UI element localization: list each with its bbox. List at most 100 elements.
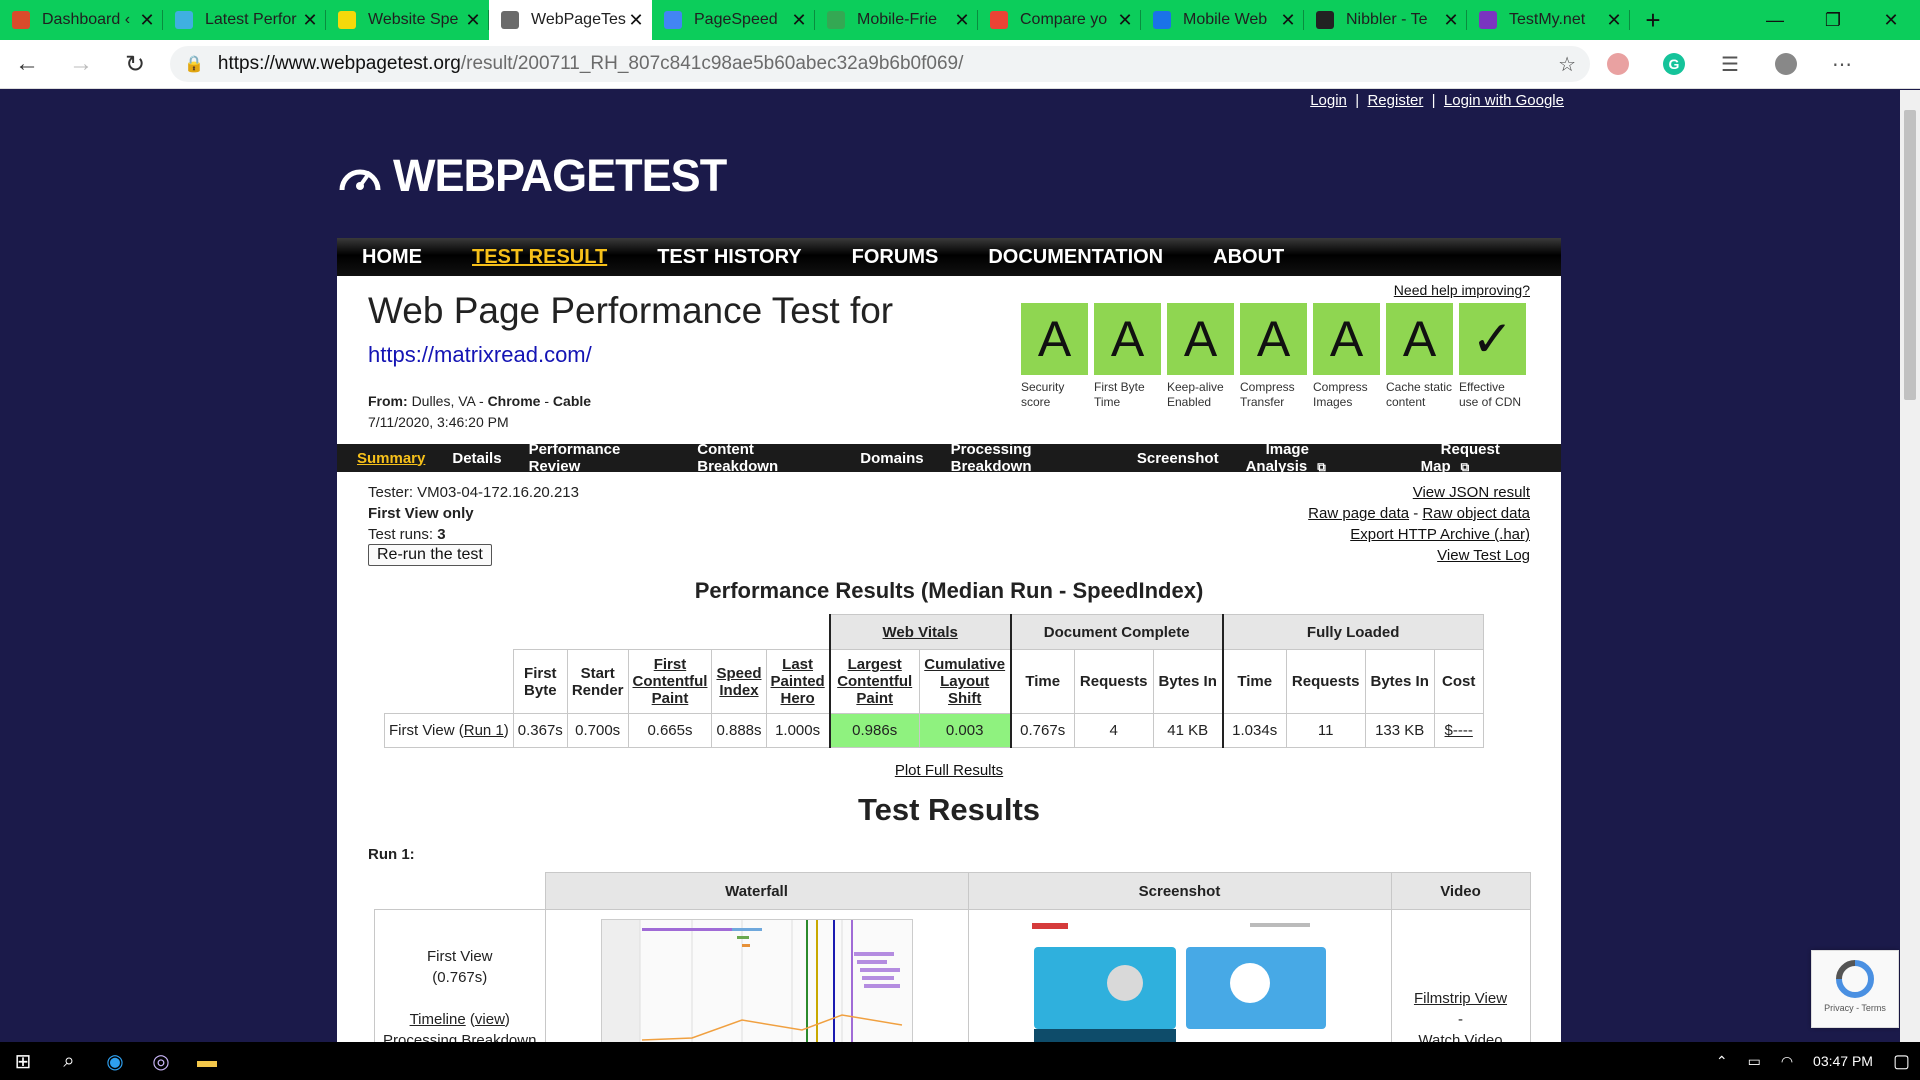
edge-icon[interactable]: ◉ — [92, 1049, 138, 1074]
filmstrip-view-link[interactable]: Filmstrip View — [1393, 988, 1529, 1009]
raw-object-data-link[interactable]: Raw object data — [1422, 505, 1530, 522]
browser-tab[interactable]: Dashboard ‹ ✕ — [0, 0, 163, 40]
tab-performance-review[interactable]: Performance Review — [529, 441, 671, 475]
grade-first-byte[interactable]: A First Byte Time — [1094, 303, 1161, 410]
close-tab-icon[interactable]: ✕ — [1443, 10, 1459, 31]
tested-url-link[interactable]: https://matrixread.com/ — [368, 342, 592, 368]
start-icon[interactable]: ⊞ — [0, 1049, 46, 1074]
battery-icon[interactable]: ▭ — [1748, 1053, 1761, 1070]
help-improving-link[interactable]: Need help improving? — [1394, 282, 1530, 298]
col-last-painted-hero[interactable]: Last Painted Hero — [765, 649, 831, 714]
browser-tab[interactable]: Mobile Web ✕ — [1141, 0, 1304, 40]
wifi-icon[interactable]: ◠ — [1781, 1053, 1793, 1070]
result-subnav: Summary Details Performance Review Conte… — [337, 441, 1561, 475]
grade-cache-static[interactable]: A Cache static content — [1386, 303, 1453, 410]
back-button[interactable]: ← — [0, 50, 54, 78]
refresh-button[interactable]: ↻ — [108, 50, 162, 79]
close-tab-icon[interactable]: ✕ — [954, 10, 970, 31]
tab-title: Mobile Web — [1183, 11, 1268, 28]
search-icon[interactable]: ⌕ — [46, 1050, 92, 1073]
nav-documentation[interactable]: DOCUMENTATION — [988, 246, 1163, 269]
grade-compress-transfer[interactable]: A Compress Transfer — [1240, 303, 1307, 410]
close-tab-icon[interactable]: ✕ — [628, 10, 644, 31]
minimize-button[interactable]: — — [1746, 0, 1804, 40]
grade-keep-alive[interactable]: A Keep-alive Enabled — [1167, 303, 1234, 410]
chevron-up-icon[interactable]: ⌃ — [1716, 1053, 1728, 1070]
tab-content-breakdown[interactable]: Content Breakdown — [697, 441, 833, 475]
tab-processing-breakdown[interactable]: Processing Breakdown — [951, 441, 1110, 475]
more-menu-icon[interactable]: ⋯ — [1814, 52, 1870, 77]
run-1-link[interactable]: Run 1 — [464, 722, 504, 739]
maximize-button[interactable]: ❐ — [1804, 0, 1862, 40]
browser-tab[interactable]: Compare yo ✕ — [978, 0, 1141, 40]
tab-request-map[interactable]: Request Map ⧉ — [1421, 441, 1554, 475]
page-scrollbar[interactable] — [1900, 90, 1920, 1042]
screenshot-thumbnail[interactable] — [1029, 919, 1330, 1059]
extension-icon[interactable] — [1590, 53, 1646, 76]
notifications-icon[interactable]: ▢ — [1893, 1051, 1910, 1072]
nav-test-result[interactable]: TEST RESULT — [472, 246, 607, 269]
browser-tab[interactable]: Mobile-Frie ✕ — [815, 0, 978, 40]
nav-test-history[interactable]: TEST HISTORY — [657, 246, 801, 269]
close-tab-icon[interactable]: ✕ — [302, 10, 318, 31]
close-tab-icon[interactable]: ✕ — [1117, 10, 1133, 31]
url-field[interactable]: 🔒 https://www.webpagetest.org/result/200… — [170, 46, 1590, 82]
raw-page-data-link[interactable]: Raw page data — [1308, 505, 1409, 522]
rerun-test-button[interactable]: Re-run the test — [368, 544, 492, 566]
login-google-link[interactable]: Login with Google — [1444, 92, 1564, 109]
favorites-icon[interactable]: ☰ — [1702, 52, 1758, 77]
register-link[interactable]: Register — [1367, 92, 1423, 109]
close-tab-icon[interactable]: ✕ — [791, 10, 807, 31]
tab-summary[interactable]: Summary — [357, 450, 425, 467]
close-tab-icon[interactable]: ✕ — [139, 10, 155, 31]
browser-tab[interactable]: TestMy.net ✕ — [1467, 0, 1630, 40]
view-test-log-link[interactable]: View Test Log — [1437, 547, 1530, 564]
tab-domains[interactable]: Domains — [860, 450, 923, 467]
browser-tab[interactable]: PageSpeed ✕ — [652, 0, 815, 40]
browser-tab[interactable]: Nibbler - Te ✕ — [1304, 0, 1467, 40]
timeline-view-link[interactable]: view — [475, 1011, 505, 1028]
clock[interactable]: 03:47 PM — [1813, 1053, 1873, 1069]
profile-avatar[interactable] — [1758, 53, 1814, 76]
recaptcha-terms[interactable]: Privacy - Terms — [1812, 1003, 1898, 1013]
nav-forums[interactable]: FORUMS — [852, 246, 939, 269]
new-tab-button[interactable]: + — [1630, 0, 1676, 40]
tab-details[interactable]: Details — [452, 450, 501, 467]
col-lcp[interactable]: Largest Contentful Paint — [828, 649, 920, 714]
col-full-requests: Requests — [1285, 649, 1366, 714]
favorite-star-icon[interactable]: ☆ — [1558, 52, 1576, 77]
tab-image-analysis[interactable]: Image Analysis ⧉ — [1246, 441, 1394, 475]
forward-button[interactable]: → — [54, 50, 108, 78]
tab-screenshot[interactable]: Screenshot — [1137, 450, 1219, 467]
grade-cdn[interactable]: ✓ Effective use of CDN — [1459, 303, 1526, 410]
browser-tab[interactable]: Latest Perfor ✕ — [163, 0, 326, 40]
webpagetest-logo[interactable]: WEBPAGETEST — [337, 150, 727, 202]
close-tab-icon[interactable]: ✕ — [1280, 10, 1296, 31]
browser-tab[interactable]: WebPageTes ✕ — [489, 0, 652, 40]
external-link-icon: ⧉ — [1317, 460, 1326, 474]
plot-full-results-link[interactable]: Plot Full Results — [337, 762, 1561, 779]
close-tab-icon[interactable]: ✕ — [465, 10, 481, 31]
waterfall-thumbnail[interactable] — [600, 919, 913, 1061]
recaptcha-badge[interactable]: Privacy - Terms — [1811, 950, 1899, 1028]
timeline-link[interactable]: Timeline — [410, 1011, 466, 1028]
close-window-button[interactable]: ✕ — [1862, 0, 1920, 40]
view-json-link[interactable]: View JSON result — [1413, 484, 1530, 501]
grammarly-icon[interactable]: G — [1646, 53, 1702, 76]
grade-security[interactable]: A Security score — [1021, 303, 1088, 410]
export-har-link[interactable]: Export HTTP Archive (.har) — [1350, 526, 1530, 543]
grade-compress-images[interactable]: A Compress Images — [1313, 303, 1380, 410]
nav-about[interactable]: ABOUT — [1213, 246, 1284, 269]
file-explorer-icon[interactable]: ▬ — [184, 1050, 230, 1073]
login-link[interactable]: Login — [1310, 92, 1347, 109]
col-fcp[interactable]: First Contentful Paint — [627, 649, 713, 714]
nav-home[interactable]: HOME — [362, 246, 422, 269]
group-web-vitals[interactable]: Web Vitals — [828, 614, 1012, 650]
value-cost[interactable]: $---- — [1433, 713, 1484, 748]
browser-tab[interactable]: Website Spe ✕ — [326, 0, 489, 40]
close-tab-icon[interactable]: ✕ — [1606, 10, 1622, 31]
scrollbar-thumb[interactable] — [1904, 110, 1916, 400]
app-icon[interactable]: ◎ — [138, 1049, 184, 1074]
col-cls[interactable]: Cumulative Layout Shift — [918, 649, 1012, 714]
col-speed-index[interactable]: Speed Index — [711, 649, 767, 714]
